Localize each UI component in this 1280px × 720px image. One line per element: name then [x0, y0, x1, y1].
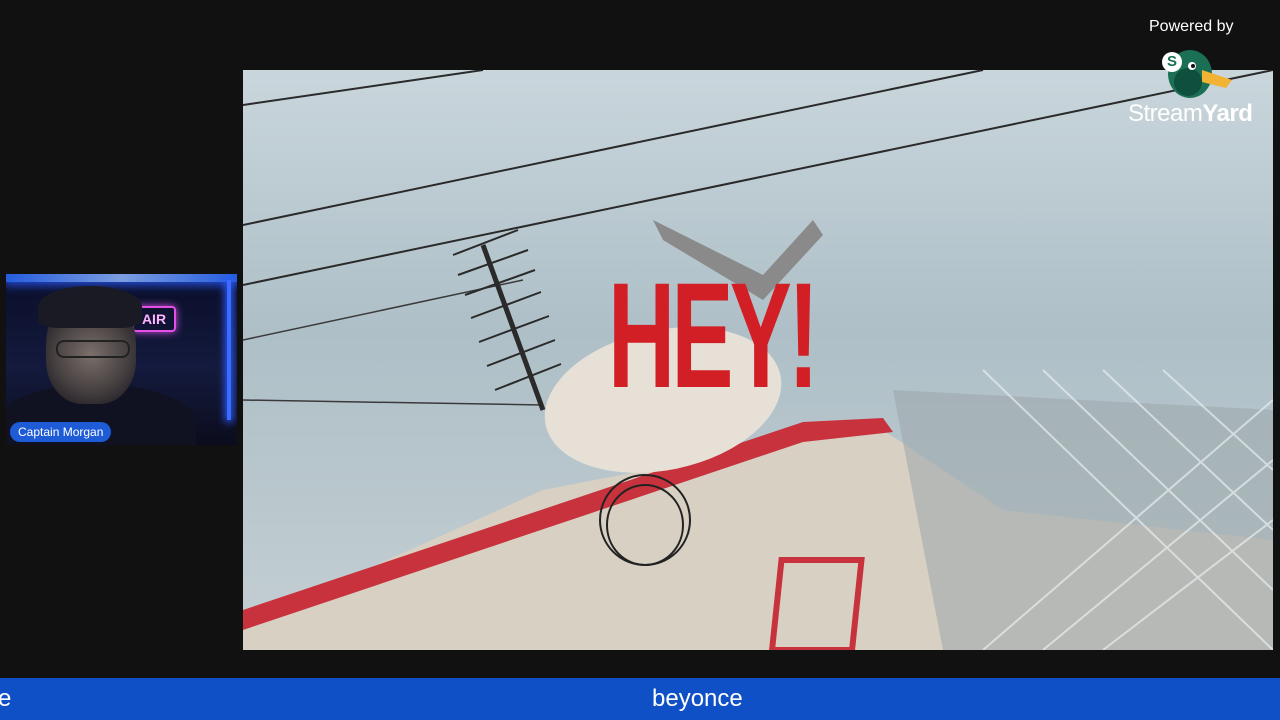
- main-video-frame: HEY!: [243, 70, 1273, 650]
- ticker-banner: e beyonce: [0, 678, 1280, 720]
- wordmark-light: Stream: [1128, 100, 1203, 127]
- participant-cap: [38, 286, 142, 328]
- neon-light-strip-right: [227, 280, 231, 420]
- streamyard-wordmark: StreamYard: [1128, 100, 1253, 128]
- participant-camera-tile: AIR: [6, 274, 237, 445]
- participant-name-badge: Captain Morgan: [10, 422, 112, 442]
- power-line: [243, 399, 544, 406]
- wordmark-bold: Yard: [1202, 100, 1253, 127]
- neon-light-strip: [6, 274, 237, 282]
- power-line: [243, 70, 484, 106]
- overlay-hey-text: HEY!: [608, 251, 819, 419]
- streamyard-badge-letter: S: [1166, 53, 1177, 70]
- ticker-text: beyonce: [652, 685, 743, 712]
- ticker-previous-fragment: e: [0, 685, 12, 712]
- power-line: [243, 70, 984, 226]
- chain-link-fence: [893, 390, 1273, 650]
- participant-glasses: [56, 340, 130, 358]
- stream-canvas: AIR Captain Morgan HEY! Powered by S Str…: [0, 0, 1280, 720]
- powered-by-label: Powered by: [1149, 18, 1234, 35]
